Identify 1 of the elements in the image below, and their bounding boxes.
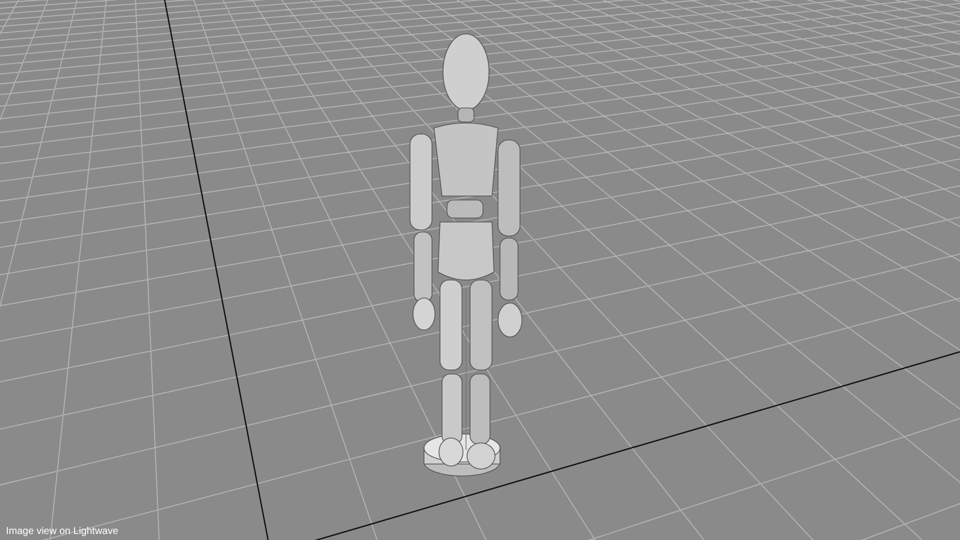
- viewport-caption: Image view on Lightwave: [6, 527, 118, 537]
